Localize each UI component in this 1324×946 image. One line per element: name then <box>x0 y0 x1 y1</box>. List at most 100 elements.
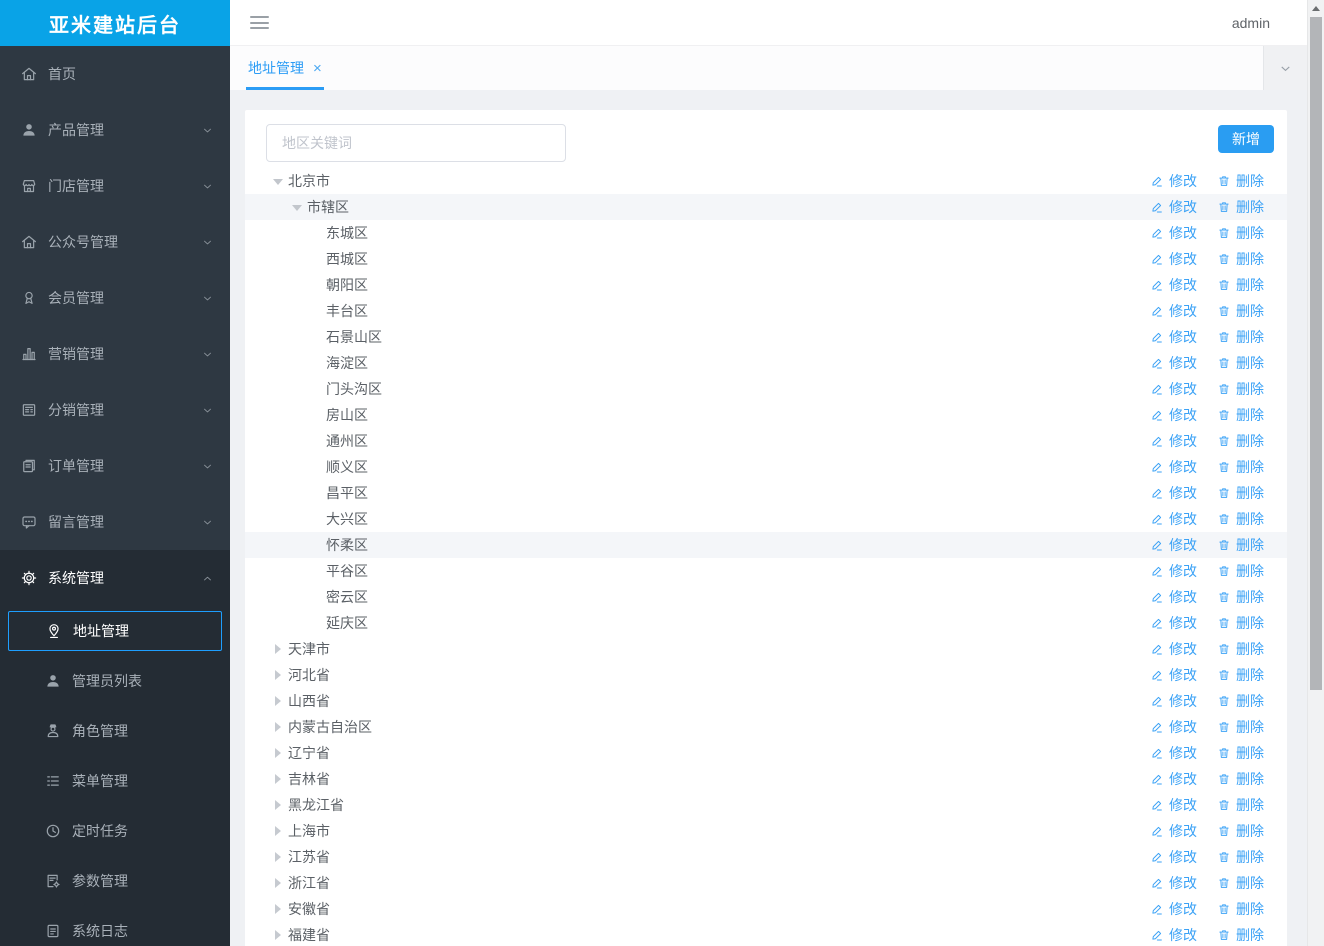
tree-row[interactable]: 西城区 修改 删除 <box>245 246 1287 272</box>
delete-link[interactable]: 删除 <box>1217 717 1264 737</box>
edit-link[interactable]: 修改 <box>1150 457 1197 477</box>
sidebar-subitem-menu-management[interactable]: 菜单管理 <box>0 756 230 806</box>
tab-close-icon[interactable]: × <box>313 61 322 76</box>
caret-icon[interactable] <box>273 670 283 680</box>
tree-row[interactable]: 河北省 修改 删除 <box>245 662 1287 688</box>
caret-icon[interactable] <box>292 202 302 212</box>
tree-row[interactable]: 顺义区 修改 删除 <box>245 454 1287 480</box>
sidebar-item-orders[interactable]: 订单管理 <box>0 438 230 494</box>
sidebar-subitem-parameter-management[interactable]: 参数管理 <box>0 856 230 906</box>
tree-row[interactable]: 福建省 修改 删除 <box>245 922 1287 946</box>
edit-link[interactable]: 修改 <box>1150 847 1197 867</box>
sidebar-subitem-scheduled-tasks[interactable]: 定时任务 <box>0 806 230 856</box>
sidebar-item-marketing[interactable]: 营销管理 <box>0 326 230 382</box>
user-menu[interactable]: admin <box>1232 15 1270 31</box>
tree-row[interactable]: 内蒙古自治区 修改 删除 <box>245 714 1287 740</box>
sidebar-item-wechat[interactable]: 公众号管理 <box>0 214 230 270</box>
delete-link[interactable]: 删除 <box>1217 379 1264 399</box>
edit-link[interactable]: 修改 <box>1150 899 1197 919</box>
caret-icon[interactable] <box>273 800 283 810</box>
caret-icon[interactable] <box>273 774 283 784</box>
caret-icon[interactable] <box>273 696 283 706</box>
tree-row[interactable]: 江苏省 修改 删除 <box>245 844 1287 870</box>
caret-icon[interactable] <box>273 748 283 758</box>
add-button[interactable]: 新增 <box>1218 125 1274 153</box>
edit-link[interactable]: 修改 <box>1150 249 1197 269</box>
edit-link[interactable]: 修改 <box>1150 639 1197 659</box>
edit-link[interactable]: 修改 <box>1150 379 1197 399</box>
edit-link[interactable]: 修改 <box>1150 301 1197 321</box>
delete-link[interactable]: 删除 <box>1217 613 1264 633</box>
edit-link[interactable]: 修改 <box>1150 171 1197 191</box>
sidebar-subitem-address-management[interactable]: 地址管理 <box>8 611 222 651</box>
tree-row[interactable]: 安徽省 修改 删除 <box>245 896 1287 922</box>
delete-link[interactable]: 删除 <box>1217 431 1264 451</box>
edit-link[interactable]: 修改 <box>1150 223 1197 243</box>
edit-link[interactable]: 修改 <box>1150 431 1197 451</box>
tree-row[interactable]: 密云区 修改 删除 <box>245 584 1287 610</box>
caret-icon[interactable] <box>273 722 283 732</box>
hamburger-menu-icon[interactable] <box>250 16 269 29</box>
delete-link[interactable]: 删除 <box>1217 769 1264 789</box>
edit-link[interactable]: 修改 <box>1150 587 1197 607</box>
delete-link[interactable]: 删除 <box>1217 535 1264 555</box>
tree-row[interactable]: 上海市 修改 删除 <box>245 818 1287 844</box>
tree-row[interactable]: 门头沟区 修改 删除 <box>245 376 1287 402</box>
tree-row[interactable]: 怀柔区 修改 删除 <box>245 532 1287 558</box>
delete-link[interactable]: 删除 <box>1217 691 1264 711</box>
tree-row[interactable]: 黑龙江省 修改 删除 <box>245 792 1287 818</box>
edit-link[interactable]: 修改 <box>1150 353 1197 373</box>
edit-link[interactable]: 修改 <box>1150 275 1197 295</box>
delete-link[interactable]: 删除 <box>1217 821 1264 841</box>
delete-link[interactable]: 删除 <box>1217 509 1264 529</box>
caret-icon[interactable] <box>273 176 283 186</box>
edit-link[interactable]: 修改 <box>1150 795 1197 815</box>
edit-link[interactable]: 修改 <box>1150 873 1197 893</box>
delete-link[interactable]: 删除 <box>1217 665 1264 685</box>
sidebar-item-members[interactable]: 会员管理 <box>0 270 230 326</box>
tree-row[interactable]: 延庆区 修改 删除 <box>245 610 1287 636</box>
edit-link[interactable]: 修改 <box>1150 197 1197 217</box>
scrollbar-thumb[interactable] <box>1310 17 1322 690</box>
sidebar-item-distribution[interactable]: 分销管理 <box>0 382 230 438</box>
tree-row[interactable]: 昌平区 修改 删除 <box>245 480 1287 506</box>
delete-link[interactable]: 删除 <box>1217 249 1264 269</box>
tree-row[interactable]: 平谷区 修改 删除 <box>245 558 1287 584</box>
edit-link[interactable]: 修改 <box>1150 509 1197 529</box>
sidebar-item-stores[interactable]: 门店管理 <box>0 158 230 214</box>
scrollbar-up-button[interactable] <box>1308 0 1324 17</box>
delete-link[interactable]: 删除 <box>1217 873 1264 893</box>
delete-link[interactable]: 删除 <box>1217 405 1264 425</box>
delete-link[interactable]: 删除 <box>1217 457 1264 477</box>
delete-link[interactable]: 删除 <box>1217 587 1264 607</box>
sidebar-item-products[interactable]: 产品管理 <box>0 102 230 158</box>
delete-link[interactable]: 删除 <box>1217 275 1264 295</box>
tree-row[interactable]: 丰台区 修改 删除 <box>245 298 1287 324</box>
delete-link[interactable]: 删除 <box>1217 327 1264 347</box>
edit-link[interactable]: 修改 <box>1150 925 1197 945</box>
delete-link[interactable]: 删除 <box>1217 353 1264 373</box>
caret-icon[interactable] <box>273 904 283 914</box>
edit-link[interactable]: 修改 <box>1150 327 1197 347</box>
tree-row[interactable]: 北京市 修改 删除 <box>245 168 1287 194</box>
tree-row[interactable]: 天津市 修改 删除 <box>245 636 1287 662</box>
caret-icon[interactable] <box>273 826 283 836</box>
edit-link[interactable]: 修改 <box>1150 769 1197 789</box>
tree-row[interactable]: 海淀区 修改 删除 <box>245 350 1287 376</box>
delete-link[interactable]: 删除 <box>1217 743 1264 763</box>
edit-link[interactable]: 修改 <box>1150 483 1197 503</box>
region-keyword-input[interactable] <box>266 124 566 162</box>
tree-row[interactable]: 东城区 修改 删除 <box>245 220 1287 246</box>
sidebar-subitem-role-management[interactable]: 角色管理 <box>0 706 230 756</box>
tab-options-button[interactable] <box>1263 46 1307 90</box>
delete-link[interactable]: 删除 <box>1217 925 1264 945</box>
tree-row[interactable]: 吉林省 修改 删除 <box>245 766 1287 792</box>
sidebar-item-messages[interactable]: 留言管理 <box>0 494 230 550</box>
delete-link[interactable]: 删除 <box>1217 899 1264 919</box>
delete-link[interactable]: 删除 <box>1217 197 1264 217</box>
tree-row[interactable]: 通州区 修改 删除 <box>245 428 1287 454</box>
edit-link[interactable]: 修改 <box>1150 561 1197 581</box>
tree-row[interactable]: 大兴区 修改 删除 <box>245 506 1287 532</box>
delete-link[interactable]: 删除 <box>1217 223 1264 243</box>
sidebar-item-system[interactable]: 系统管理 <box>0 550 230 606</box>
